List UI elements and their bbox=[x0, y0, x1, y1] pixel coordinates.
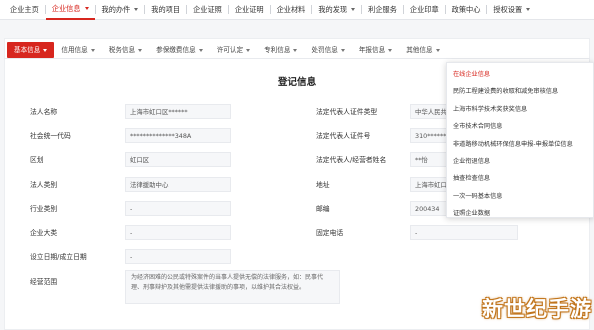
tab-label: 信用信息 bbox=[61, 46, 88, 54]
dropdown-item[interactable]: 非道路移动机械环保信息申报-申报单位信息 bbox=[447, 136, 593, 153]
tab-label: 年报信息 bbox=[358, 46, 386, 54]
chevron-down-icon bbox=[435, 48, 440, 52]
dropdown-item[interactable]: 抽查检查信息 bbox=[447, 170, 593, 187]
chevron-down-icon bbox=[246, 48, 251, 52]
dropdown-item[interactable]: 证照企业数据 bbox=[447, 205, 593, 217]
district-value: 虹口区 bbox=[125, 152, 231, 167]
chevron-down-icon bbox=[90, 48, 95, 52]
nav-label: 企业材料 bbox=[276, 4, 306, 14]
tab-label: 其他信息 bbox=[406, 46, 433, 54]
company-size-value: - bbox=[125, 225, 231, 240]
field-label: 经营范围 bbox=[30, 278, 58, 286]
info-subtabs: 基本信息 信用信息 税务信息 参保缴费信息 许可认定 专利信息 处罚信息 年报信… bbox=[7, 42, 447, 58]
chevron-down-icon bbox=[340, 48, 345, 52]
dropdown-item[interactable]: 在线企业信息 bbox=[447, 66, 593, 83]
nav-policy-center[interactable]: 政策中心 bbox=[446, 0, 487, 20]
form-row: 设立日期/成立日期 - bbox=[0, 249, 594, 265]
industry-value: - bbox=[125, 201, 231, 216]
form-row: 企业大类 - 固定电话 - bbox=[0, 225, 594, 241]
tab-label: 许可认定 bbox=[216, 46, 244, 54]
nav-company-info[interactable]: 企业信息 bbox=[45, 0, 95, 20]
nav-materials[interactable]: 企业材料 bbox=[271, 0, 312, 20]
nav-label: 企业印章 bbox=[409, 4, 439, 14]
field-label: 法定代表人证件号 bbox=[316, 132, 371, 140]
dropdown-item[interactable]: 上海市科学技术奖获奖信息 bbox=[447, 101, 593, 118]
tab-label: 基本信息 bbox=[14, 46, 41, 54]
nav-label: 企业主页 bbox=[10, 4, 39, 14]
chevron-down-icon bbox=[293, 48, 298, 52]
field-label: 行业类别 bbox=[30, 205, 58, 213]
nav-company-home[interactable]: 企业主页 bbox=[4, 0, 45, 20]
field-label: 区划 bbox=[30, 156, 44, 164]
nav-licenses[interactable]: 企业证照 bbox=[187, 0, 228, 20]
tab-patents[interactable]: 专利信息 bbox=[257, 42, 304, 58]
chevron-down-icon bbox=[84, 7, 89, 10]
chevron-down-icon bbox=[526, 8, 531, 11]
field-label: 社会统一代码 bbox=[30, 132, 71, 140]
nav-my-cases[interactable]: 我的办件 bbox=[96, 0, 145, 20]
tab-label: 税务信息 bbox=[108, 46, 136, 54]
field-label: 设立日期/成立日期 bbox=[30, 253, 87, 261]
chevron-down-icon bbox=[134, 8, 139, 11]
phone-value: - bbox=[410, 225, 518, 240]
tab-credit-info[interactable]: 信用信息 bbox=[54, 42, 101, 58]
divider bbox=[4, 58, 590, 59]
tab-tax-info[interactable]: 税务信息 bbox=[102, 42, 149, 58]
tab-permits[interactable]: 许可认定 bbox=[210, 42, 257, 58]
business-scope-value: 为经济困难的公民或特殊案件的当事人提供无偿的法律服务，如：民事代理、刑事辩护及其… bbox=[125, 270, 340, 304]
tab-label: 专利信息 bbox=[264, 46, 291, 54]
nav-label: 企业信息 bbox=[51, 3, 81, 13]
nav-label: 我的发现 bbox=[318, 4, 348, 14]
site-watermark: 新世纪手游 bbox=[482, 297, 592, 321]
chevron-down-icon bbox=[388, 48, 393, 52]
field-label: 固定电话 bbox=[316, 229, 344, 237]
dropdown-item[interactable]: 企业衔退信息 bbox=[447, 153, 593, 170]
nav-label: 政策中心 bbox=[451, 4, 481, 14]
nav-certificates[interactable]: 企业证明 bbox=[229, 0, 270, 20]
legal-type-value: 法律援助中心 bbox=[125, 177, 231, 192]
field-label: 法人名称 bbox=[30, 108, 58, 116]
nav-label: 我的项目 bbox=[151, 4, 181, 14]
credit-code-value: **************348A bbox=[125, 128, 231, 143]
tab-label: 参保缴费信息 bbox=[156, 46, 196, 54]
field-label: 企业大类 bbox=[30, 229, 58, 237]
nav-label: 企业证照 bbox=[193, 4, 222, 14]
nav-label: 授权设置 bbox=[493, 4, 523, 14]
tab-label: 处罚信息 bbox=[311, 46, 338, 54]
other-info-dropdown: 在线企业信息 民防工程建设费的收取和减免审核信息 上海市科学技术奖获奖信息 全市… bbox=[446, 62, 594, 218]
nav-discover[interactable]: 我的发现 bbox=[312, 0, 361, 20]
tab-penalties[interactable]: 处罚信息 bbox=[304, 42, 351, 58]
chevron-down-icon bbox=[138, 48, 143, 52]
chevron-down-icon bbox=[351, 8, 356, 11]
chevron-down-icon bbox=[198, 48, 203, 52]
field-label: 邮编 bbox=[316, 205, 330, 213]
setup-date-value: - bbox=[125, 249, 231, 264]
nav-authorization[interactable]: 授权设置 bbox=[487, 0, 536, 20]
tab-basic-info[interactable]: 基本信息 bbox=[7, 42, 55, 58]
nav-label: 企业证明 bbox=[234, 4, 264, 14]
tab-insurance-info[interactable]: 参保缴费信息 bbox=[149, 42, 210, 58]
nav-my-projects[interactable]: 我的项目 bbox=[145, 0, 186, 20]
field-label: 法定代表人/经营者姓名 bbox=[316, 156, 387, 164]
nav-label: 利企服务 bbox=[368, 4, 397, 14]
field-label: 地址 bbox=[316, 181, 330, 189]
legal-name-value: 上海市虹口区****** bbox=[125, 104, 231, 119]
dropdown-item[interactable]: 民防工程建设费的收取和减免审核信息 bbox=[447, 83, 593, 100]
tab-annual-reports[interactable]: 年报信息 bbox=[352, 42, 399, 58]
field-label: 法定代表人证件类型 bbox=[316, 108, 378, 116]
field-label: 法人类别 bbox=[30, 181, 58, 189]
nav-label: 我的办件 bbox=[101, 4, 131, 14]
dropdown-item[interactable]: 一次一码基本信息 bbox=[447, 188, 593, 205]
nav-seals[interactable]: 企业印章 bbox=[404, 0, 445, 20]
tab-other-info[interactable]: 其他信息 bbox=[399, 42, 446, 58]
chevron-down-icon bbox=[43, 48, 48, 52]
top-navigation: 企业主页 企业信息 我的办件 我的项目 企业证照 企业证明 企业材料 我的发现 … bbox=[0, 0, 594, 20]
nav-services[interactable]: 利企服务 bbox=[362, 0, 403, 20]
dropdown-item[interactable]: 全市技术合同信息 bbox=[447, 118, 593, 135]
